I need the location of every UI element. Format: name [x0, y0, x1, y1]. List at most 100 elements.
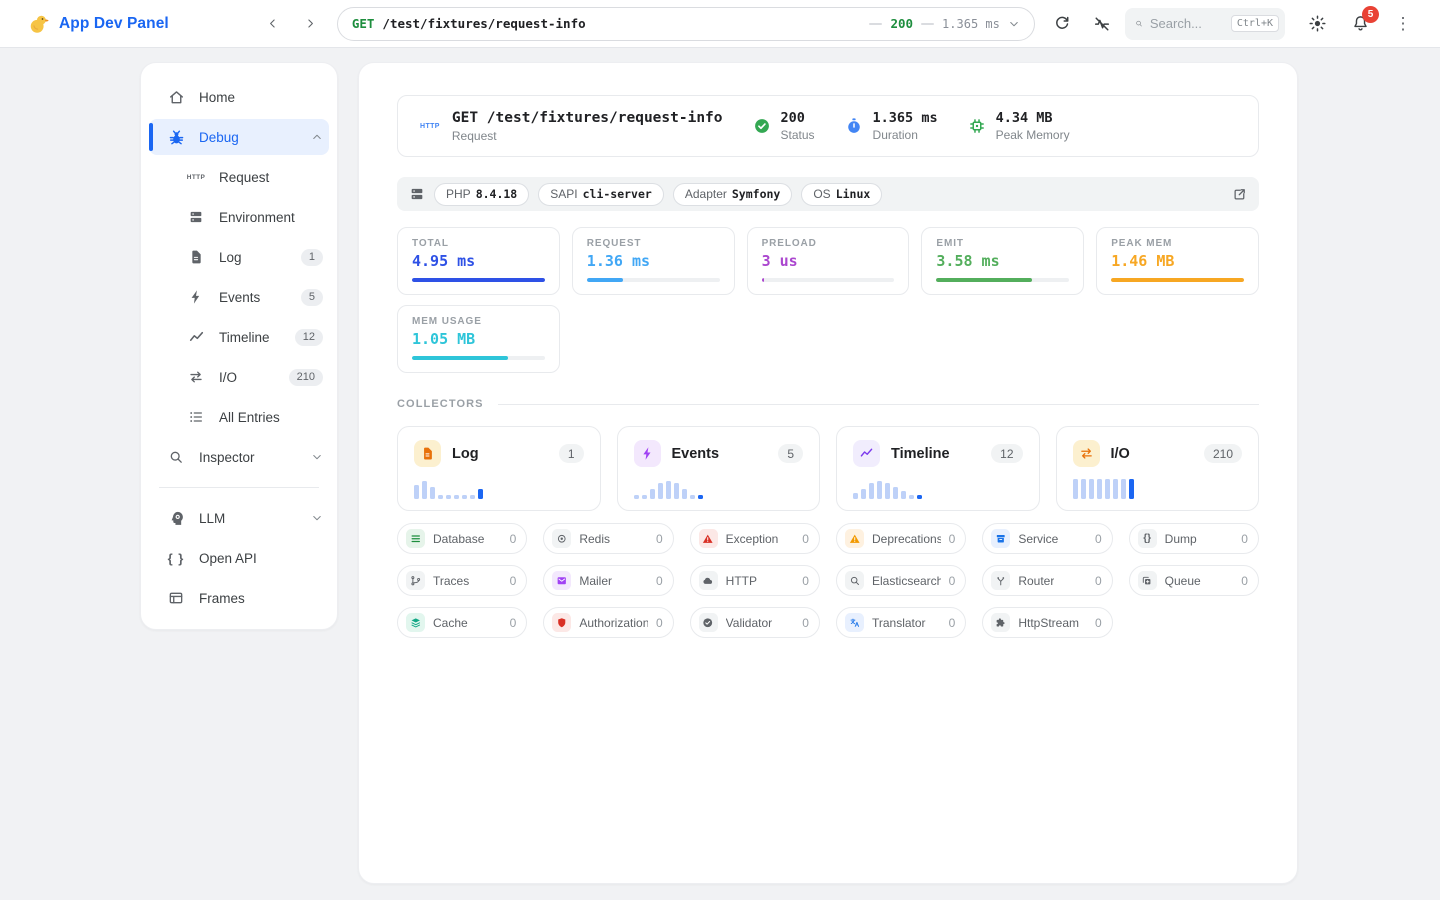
chip-validator[interactable]: Validator 0 [689, 607, 820, 638]
metric-label: PRELOAD [761, 238, 817, 249]
sidebar-item-all-entries[interactable]: All Entries [141, 397, 337, 437]
chip-http[interactable]: HTTP 0 [689, 565, 820, 596]
metrics-grid: TOTAL 4.95 ms REQUEST 1.36 ms PRELOAD 3 … [397, 227, 1259, 373]
search-input[interactable] [1149, 16, 1224, 31]
chip-mailer[interactable]: Mailer 0 [543, 565, 674, 596]
sidebar-item-label: I/O [219, 369, 238, 385]
collector-card-log[interactable]: Log 1 [397, 426, 601, 511]
collector-card-io[interactable]: I/O 210 [1055, 426, 1259, 511]
theme-toggle-button[interactable] [1306, 13, 1328, 35]
chip-exception[interactable]: Exception 0 [689, 523, 820, 554]
sidebar: Home Debug HTTP Request Environment Log … [140, 62, 338, 630]
bolt-icon [187, 288, 205, 306]
sidebar-item-llm[interactable]: LLM [141, 498, 337, 538]
collector-card-timeline[interactable]: Timeline 12 [836, 426, 1040, 511]
search-icon [844, 571, 864, 590]
chip-traces[interactable]: Traces 0 [397, 565, 528, 596]
sidebar-item-home[interactable]: Home [141, 77, 337, 117]
collector-chips: Database 0 Redis 0 Exception 0 Deprecations… [397, 523, 1259, 638]
shield-icon [552, 613, 572, 632]
chip-cache[interactable]: Cache 0 [397, 607, 528, 638]
sidebar-item-log[interactable]: Log 1 [141, 237, 337, 277]
sidebar-item-debug[interactable]: Debug [141, 117, 337, 157]
active-indicator [149, 123, 153, 151]
metric-progress [761, 278, 895, 282]
metric-label: EMIT [936, 238, 964, 249]
request-title: GET /test/fixtures/request-info [451, 109, 723, 126]
fork-icon [991, 571, 1011, 590]
duck-logo-icon [28, 13, 50, 35]
chevron-left-icon [266, 17, 279, 30]
chip-database[interactable]: Database 0 [397, 523, 528, 554]
chip-translator[interactable]: Translator 0 [835, 607, 967, 638]
check-circle-icon [753, 117, 771, 135]
sidebar-item-timeline[interactable]: Timeline 12 [141, 317, 337, 357]
sidebar-item-events[interactable]: Events 5 [141, 277, 337, 317]
sidebar-item-label: Log [219, 249, 242, 265]
sidebar-item-label: All Entries [219, 409, 280, 425]
memory-label: Peak Memory [995, 128, 1070, 142]
chip-queue[interactable]: Queue 0 [1128, 565, 1259, 596]
sidebar-item-label: Environment [219, 209, 295, 225]
sidebar-item-request[interactable]: HTTP Request [141, 157, 337, 197]
metric-value: 1.05 MB [412, 330, 476, 348]
history-nav [261, 12, 323, 36]
chip-deprecations[interactable]: Deprecations 0 [835, 523, 967, 554]
chip-authorization[interactable]: Authorization 0 [543, 607, 674, 638]
duration-stat: 1.365 ms Duration [845, 110, 938, 142]
chip-httpstream[interactable]: HttpStream 0 [982, 607, 1113, 638]
chip-service[interactable]: Service 0 [982, 523, 1113, 554]
metric-value: 3.58 ms [936, 252, 1000, 270]
braces-icon: { } [167, 550, 185, 566]
collector-card-events[interactable]: Events 5 [616, 426, 820, 511]
request-url-bar[interactable]: GET /test/fixtures/request-info 200 1.36… [336, 6, 1035, 41]
search-box[interactable]: Ctrl+K [1125, 7, 1285, 40]
sidebar-item-io[interactable]: I/O 210 [141, 357, 337, 397]
chip-elasticsearch[interactable]: Elasticsearch 0 [835, 565, 967, 596]
refresh-button[interactable] [1051, 13, 1073, 35]
sidebar-item-inspector[interactable]: Inspector [141, 437, 337, 477]
sidebar-item-label: Request [219, 169, 270, 185]
overflow-menu-button[interactable]: ⋮ [1392, 13, 1414, 35]
metric-label: TOTAL [412, 238, 449, 249]
env-badge-adapter: Adapter Symfony [672, 182, 793, 206]
network-off-icon [1093, 15, 1111, 33]
notifications-button[interactable]: 5 [1349, 5, 1379, 35]
metric-card-peak-mem: PEAK MEM 1.46 MB [1096, 227, 1259, 295]
layers-icon [406, 613, 425, 632]
chevron-down-icon[interactable] [1008, 18, 1020, 30]
collectors-label: COLLECTORS [397, 398, 484, 410]
metric-progress [936, 278, 1070, 282]
warning-icon [698, 529, 718, 548]
collector-count-badge: 1 [558, 444, 584, 463]
cloud-icon [698, 571, 718, 590]
arrows-icon [187, 368, 205, 386]
metric-card-emit: EMIT 3.58 ms [921, 227, 1085, 295]
log-sparkline [414, 479, 584, 499]
request-overview-card: HTTP GET /test/fixtures/request-info Req… [397, 95, 1259, 157]
metric-progress [586, 278, 720, 282]
network-toggle-button[interactable] [1091, 13, 1113, 35]
env-badge-os: OS Linux [801, 182, 883, 206]
braces-icon: {} [1137, 529, 1157, 548]
arrows-icon [1072, 440, 1100, 467]
sidebar-item-environment[interactable]: Environment [141, 197, 337, 237]
http-icon: HTTP [420, 122, 440, 130]
chevron-down-icon [311, 512, 323, 524]
status-value: 200 [780, 110, 805, 126]
chip-router[interactable]: Router 0 [982, 565, 1113, 596]
forward-button[interactable] [299, 12, 323, 36]
sidebar-item-label: Open API [199, 550, 257, 566]
sidebar-item-frames[interactable]: Frames [141, 578, 337, 618]
sidebar-item-label: Home [199, 89, 236, 105]
http-icon: HTTP [186, 173, 206, 181]
back-button[interactable] [261, 12, 285, 36]
sidebar-item-label: LLM [199, 510, 226, 526]
branch-icon [406, 571, 425, 590]
sidebar-item-open-api[interactable]: { } Open API [141, 538, 337, 578]
open-environment-button[interactable] [1232, 187, 1247, 202]
chip-dump[interactable]: {} Dump 0 [1128, 523, 1259, 554]
chip-redis[interactable]: Redis 0 [543, 523, 674, 554]
lines-icon [406, 529, 425, 548]
request-path: /test/fixtures/request-info [382, 16, 586, 31]
